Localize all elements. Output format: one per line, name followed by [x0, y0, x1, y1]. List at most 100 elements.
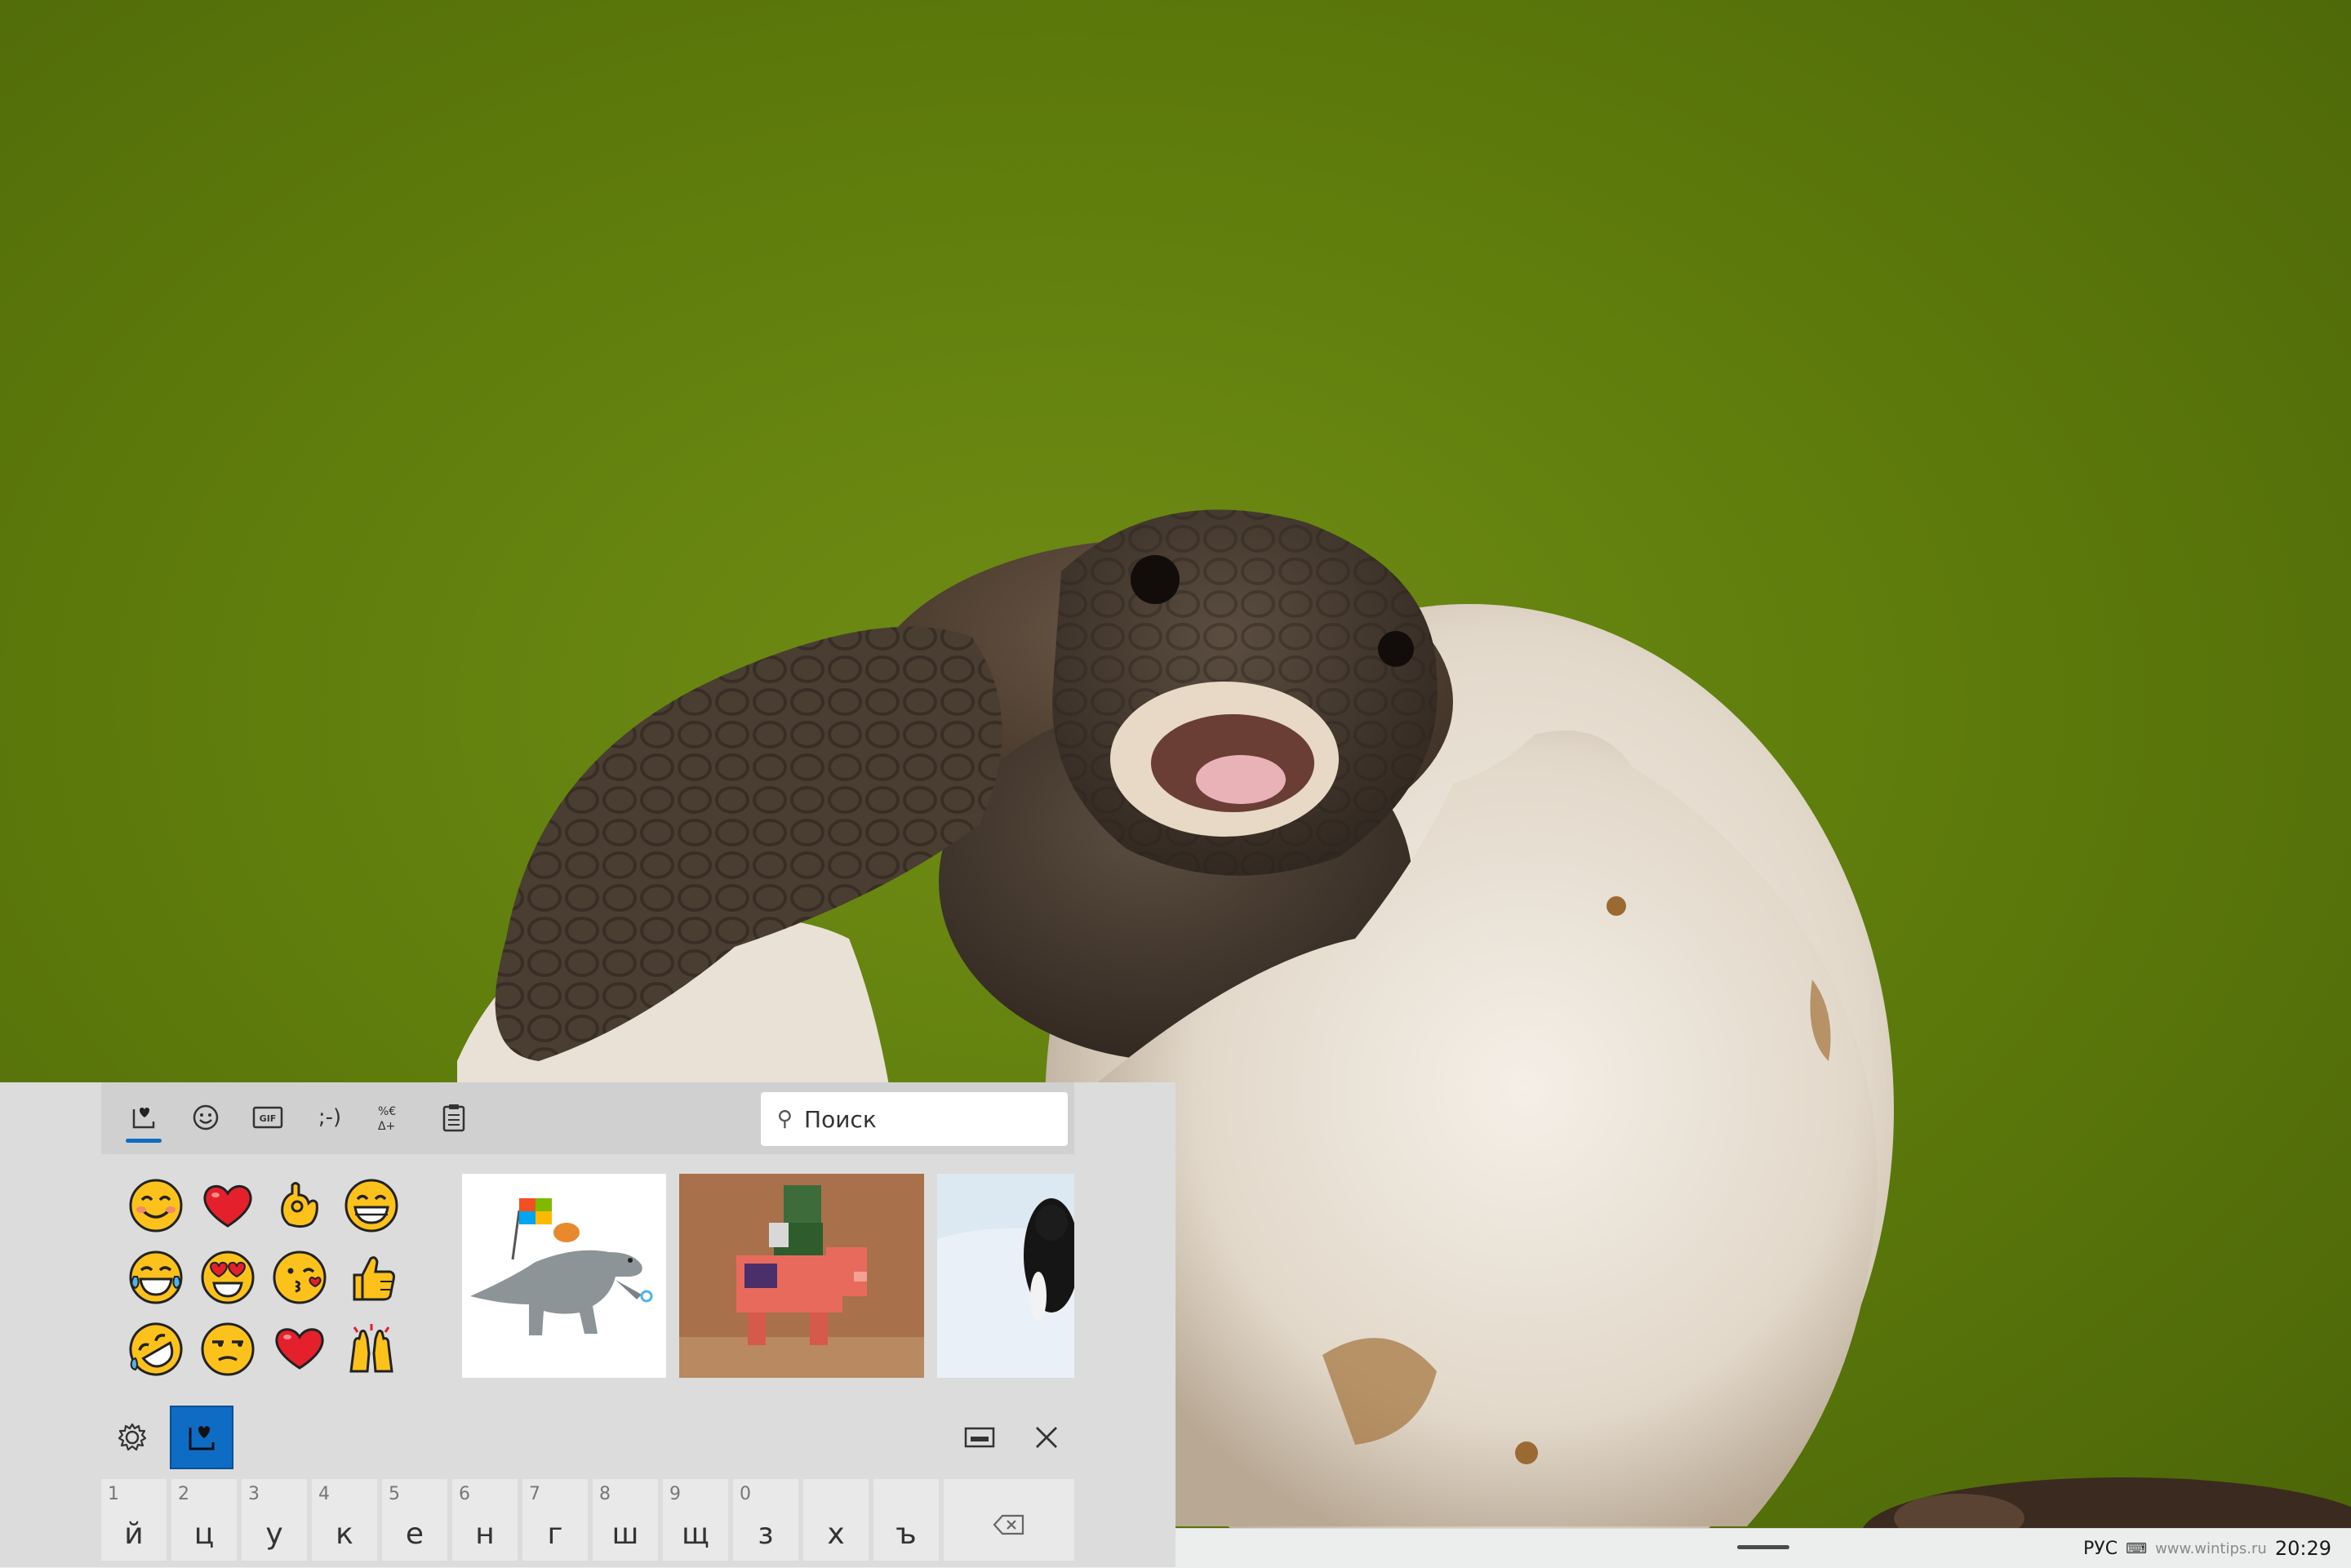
tab-clipboard[interactable] — [429, 1097, 478, 1138]
tab-favorites[interactable] — [119, 1097, 168, 1143]
key-7[interactable]: 7 г — [522, 1479, 588, 1561]
key-letter: ш — [611, 1517, 639, 1551]
key-number: 6 — [459, 1484, 470, 1504]
dinosaur-gif-image — [470, 1198, 653, 1335]
tears-of-joy-icon — [129, 1250, 183, 1304]
key-letter: к — [336, 1517, 353, 1551]
key-letter: ц — [193, 1517, 215, 1551]
close-button[interactable] — [1022, 1409, 1071, 1466]
key-12[interactable]: ъ — [873, 1479, 939, 1561]
backspace-key[interactable] — [944, 1479, 1074, 1561]
heart-eyes-icon — [201, 1250, 255, 1304]
key-9[interactable]: 9 щ — [663, 1479, 728, 1561]
keyboard-dock-icon — [964, 1427, 995, 1448]
emoji-red-heart[interactable] — [196, 1174, 260, 1237]
key-number: 2 — [178, 1484, 189, 1504]
tab-kaomoji[interactable]: ;-) — [305, 1097, 354, 1138]
svg-text:Δ+: Δ+ — [378, 1120, 395, 1133]
settings-button[interactable] — [108, 1409, 157, 1466]
key-number: 3 — [248, 1484, 260, 1504]
favorites-heart-icon — [132, 1108, 155, 1129]
key-letter: х — [827, 1517, 845, 1551]
key-letter: й — [124, 1517, 144, 1551]
key-8[interactable]: 8 ш — [593, 1479, 658, 1561]
symbols-icon: %€ Δ+ — [378, 1105, 396, 1133]
key-10[interactable]: 0 з — [733, 1479, 798, 1561]
emoji-ok-hand[interactable] — [268, 1174, 331, 1237]
emoji-grid — [124, 1174, 418, 1402]
emoji-grinning-face[interactable] — [340, 1174, 403, 1237]
emoji-thumbs-up[interactable] — [340, 1246, 403, 1309]
red-heart-icon — [275, 1328, 324, 1370]
key-2[interactable]: 2 ц — [171, 1479, 237, 1561]
emoji-category-bar: GIF ;-) %€ Δ+ ⚲ Поиск — [101, 1082, 1074, 1154]
red-heart-icon — [203, 1184, 252, 1228]
favorites-toggle-button[interactable] — [170, 1406, 233, 1469]
emoji-blowing-kiss[interactable] — [268, 1246, 331, 1309]
rolling-laughing-icon — [129, 1322, 183, 1376]
blowing-kiss-icon — [273, 1250, 327, 1304]
smiling-face-icon — [129, 1179, 183, 1233]
tab-emoji[interactable] — [181, 1097, 230, 1138]
tab-symbols[interactable]: %€ Δ+ — [367, 1097, 416, 1138]
dinosaur-windows-flag-gif[interactable] — [462, 1174, 666, 1378]
key-5[interactable]: 5 е — [382, 1479, 447, 1561]
key-letter: з — [758, 1517, 774, 1551]
key-letter: у — [265, 1517, 283, 1551]
input-language-indicator[interactable]: РУС — [2083, 1539, 2118, 1559]
raising-hands-icon — [349, 1324, 393, 1373]
kaomoji-icon: ;-) — [318, 1105, 342, 1130]
emoji-red-heart-2[interactable] — [268, 1317, 331, 1381]
key-number: 0 — [740, 1484, 751, 1504]
unamused-face-icon — [201, 1322, 255, 1376]
key-letter: н — [475, 1517, 495, 1551]
clipboard-icon — [442, 1104, 465, 1132]
emoji-tears-of-joy[interactable] — [124, 1246, 188, 1309]
key-11[interactable]: х — [803, 1479, 869, 1561]
penguin-snow-gif[interactable] — [937, 1174, 1074, 1378]
tab-gif[interactable]: GIF — [243, 1097, 292, 1138]
minecraft-pig-rider-gif[interactable] — [679, 1174, 924, 1378]
key-letter: ъ — [896, 1517, 917, 1551]
emoji-rolling-laughing[interactable] — [124, 1317, 188, 1381]
emoji-search-input[interactable]: ⚲ Поиск — [761, 1092, 1068, 1146]
undock-keyboard-button[interactable] — [955, 1409, 1004, 1466]
grinning-face-icon — [344, 1179, 398, 1233]
key-6[interactable]: 6 н — [452, 1479, 518, 1561]
emoji-raising-hands[interactable] — [340, 1317, 403, 1381]
key-number: 8 — [599, 1484, 611, 1504]
keyboard-layout-icon[interactable]: ⌨ — [2126, 1540, 2147, 1557]
search-icon: ⚲ — [777, 1107, 793, 1131]
ok-hand-icon — [281, 1182, 318, 1228]
key-letter: е — [405, 1517, 424, 1551]
gif-icon: GIF — [252, 1106, 283, 1129]
favorites-heart-icon — [189, 1426, 215, 1450]
minecraft-gif-image — [679, 1174, 924, 1378]
penguin-gif-image — [937, 1174, 1074, 1378]
emoji-smiling-face[interactable] — [124, 1174, 188, 1237]
key-letter: г — [547, 1517, 563, 1551]
gear-icon — [118, 1423, 147, 1451]
key-number: 9 — [669, 1484, 681, 1504]
emoji-heart-eyes[interactable] — [196, 1246, 260, 1309]
key-3[interactable]: 3 у — [242, 1479, 307, 1561]
key-letter: щ — [682, 1517, 709, 1551]
svg-text:GIF: GIF — [260, 1113, 277, 1124]
close-icon — [1036, 1427, 1057, 1448]
clock[interactable]: 20:29 — [2275, 1537, 2331, 1560]
key-4[interactable]: 4 к — [312, 1479, 377, 1561]
system-tray: РУС ⌨ www.wintips.ru 20:29 — [2083, 1529, 2331, 1568]
smiley-icon — [193, 1104, 219, 1130]
backspace-icon — [993, 1514, 1024, 1535]
key-number: 5 — [389, 1484, 400, 1504]
taskbar-drag-handle[interactable] — [1737, 1545, 1789, 1549]
touch-keyboard-panel: GIF ;-) %€ Δ+ ⚲ Поиск 1 й 2 ц 3 у 4 к 5 … — [0, 1082, 1176, 1567]
key-number: 1 — [108, 1484, 119, 1504]
svg-text:%€: %€ — [378, 1105, 396, 1118]
emoji-unamused-face[interactable] — [196, 1317, 260, 1381]
key-number: 4 — [318, 1484, 330, 1504]
key-1[interactable]: 1 й — [101, 1479, 167, 1561]
thumbs-up-icon — [353, 1256, 395, 1301]
search-placeholder: Поиск — [804, 1105, 877, 1133]
watermark-text: www.wintips.ru — [2155, 1539, 2267, 1557]
